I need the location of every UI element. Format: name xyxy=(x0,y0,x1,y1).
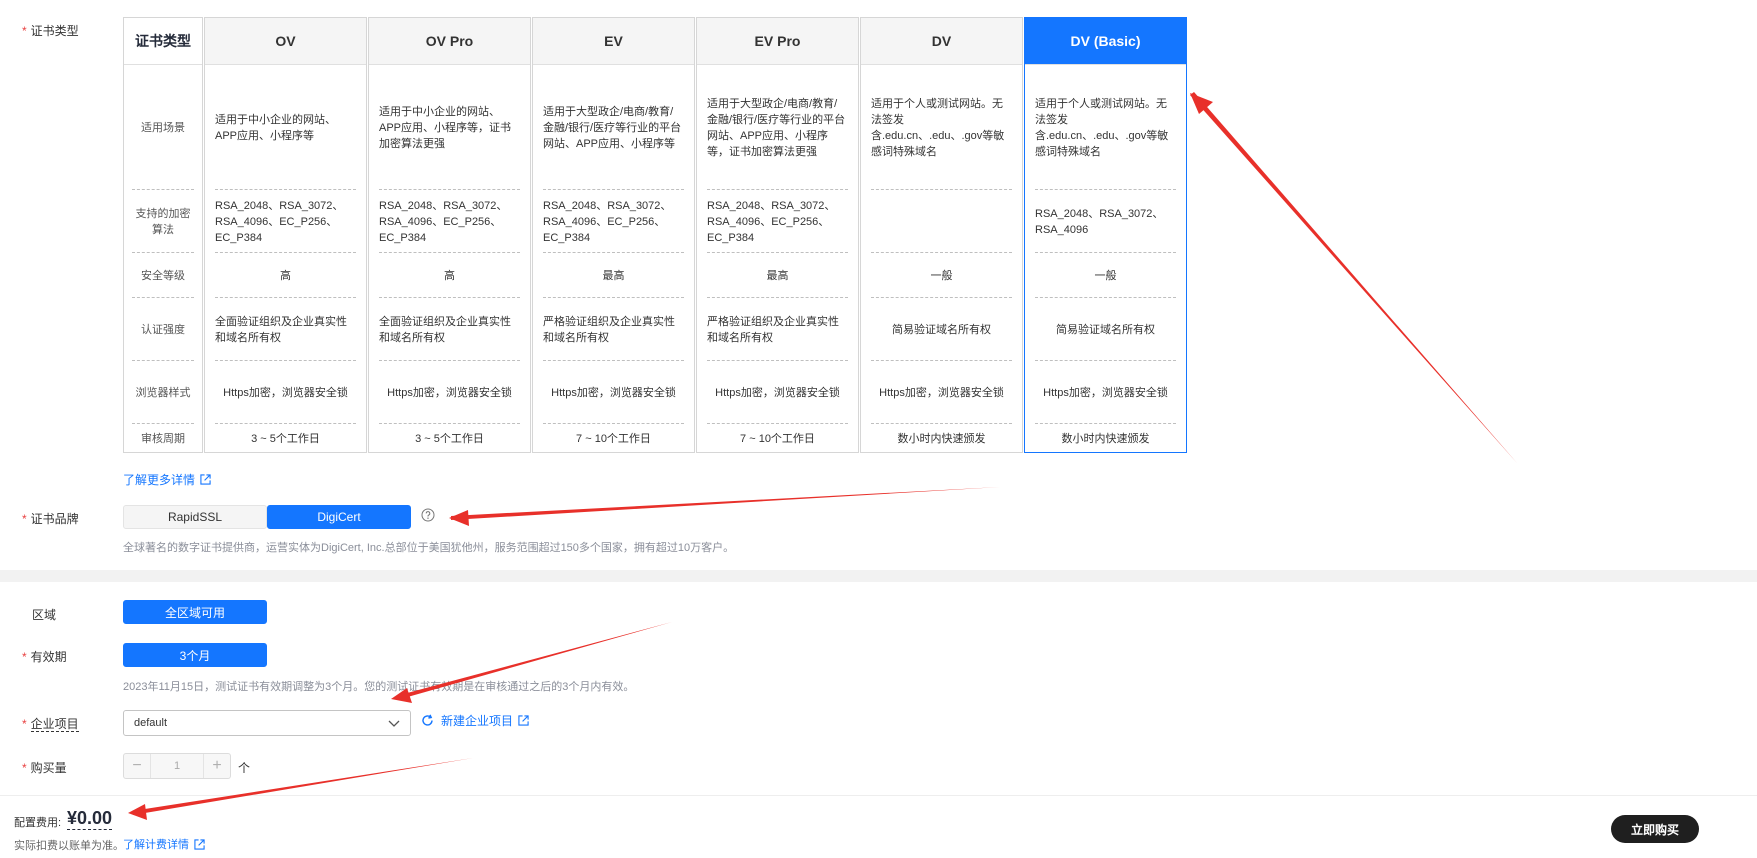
row-label-browser: 浏览器样式 xyxy=(132,362,194,424)
plan-algorithms: RSA_2048、RSA_3072、RSA_4096、EC_P256、EC_P3… xyxy=(707,191,848,253)
required-mark: * xyxy=(22,512,27,526)
quantity-stepper[interactable]: − 1 + xyxy=(123,753,231,779)
plan-name: OV Pro xyxy=(369,18,530,65)
project-select-value: default xyxy=(134,717,168,729)
plan-algorithms xyxy=(871,191,1012,253)
external-link-icon xyxy=(200,474,211,485)
plan-browser: Https加密，浏览器安全锁 xyxy=(1035,362,1176,424)
plan-validation: 严格验证组织及企业真实性和域名所有权 xyxy=(707,299,848,361)
plan-name: EV Pro xyxy=(697,18,858,65)
required-mark: * xyxy=(22,717,27,731)
plan-browser: Https加密，浏览器安全锁 xyxy=(707,362,848,424)
plan-review: 3 ~ 5个工作日 xyxy=(415,432,484,445)
plan-browser: Https加密，浏览器安全锁 xyxy=(871,362,1012,424)
required-mark: * xyxy=(22,650,27,664)
plan-name: EV xyxy=(533,18,694,65)
plan-review: 3 ~ 5个工作日 xyxy=(251,432,320,445)
brand-label: * 证书品牌 xyxy=(22,512,79,526)
row-label-security: 安全等级 xyxy=(132,254,194,298)
region-label: 区域 xyxy=(32,608,57,622)
plan-scenario: 适用于大型政企/电商/教育/金融/银行/医疗等行业的平台网站、APP应用、小程序… xyxy=(707,66,848,190)
plan-algorithms: RSA_2048、RSA_3072、RSA_4096、EC_P256、EC_P3… xyxy=(215,191,356,253)
plan-name: OV xyxy=(205,18,366,65)
plan-dv[interactable]: DV 适用于个人或测试网站。无法签发含.edu.cn、.edu、.gov等敏感词… xyxy=(860,17,1023,453)
plan-scenario: 适用于中小企业的网站、APP应用、小程序等，证书加密算法更强 xyxy=(379,66,520,190)
plan-name: DV (Basic) xyxy=(1025,18,1186,65)
required-mark: * xyxy=(22,761,27,775)
plan-ov[interactable]: OV 适用于中小企业的网站、APP应用、小程序等 RSA_2048、RSA_30… xyxy=(204,17,367,453)
plan-scenario: 适用于个人或测试网站。无法签发含.edu.cn、.edu、.gov等敏感词特殊域… xyxy=(871,66,1012,190)
plan-review: 数小时内快速颁发 xyxy=(897,432,986,445)
row-label-scenario: 适用场景 xyxy=(132,66,194,190)
plan-review: 数小时内快速颁发 xyxy=(1061,432,1150,445)
quantity-label: * 购买量 xyxy=(22,761,67,775)
row-label-validation: 认证强度 xyxy=(132,299,194,361)
brand-option-rapidssl[interactable]: RapidSSL xyxy=(123,505,267,529)
plan-ev[interactable]: EV 适用于大型政企/电商/教育/金融/银行/医疗等行业的平台网站、APP应用、… xyxy=(532,17,695,453)
plan-algorithms: RSA_2048、RSA_3072、RSA_4096、EC_P256、EC_P3… xyxy=(379,191,520,253)
plan-validation: 简易验证域名所有权 xyxy=(871,299,1012,361)
plan-name: DV xyxy=(861,18,1022,65)
region-option-all[interactable]: 全区域可用 xyxy=(123,600,267,624)
brand-option-digicert[interactable]: DigiCert xyxy=(267,505,411,529)
plan-security: 高 xyxy=(215,254,356,298)
buy-now-button[interactable]: 立即购买 xyxy=(1611,815,1699,843)
external-link-icon xyxy=(518,715,529,726)
validity-option-3-months[interactable]: 3个月 xyxy=(123,643,267,667)
plan-review: 7 ~ 10个工作日 xyxy=(740,432,815,445)
brand-selector: RapidSSL DigiCert xyxy=(123,505,411,529)
annotation-arrow-brand xyxy=(449,487,1000,526)
plan-scenario: 适用于大型政企/电商/教育/金融/银行/医疗等行业的平台网站、APP应用、小程序… xyxy=(543,66,684,190)
cert-type-label: * 证书类型 xyxy=(22,24,79,38)
quantity-value[interactable]: 1 xyxy=(150,754,204,778)
fee-label: 配置费用: xyxy=(14,817,62,829)
quantity-unit: 个 xyxy=(238,761,251,775)
decrement-button[interactable]: − xyxy=(124,754,150,778)
plan-security: 最高 xyxy=(543,254,684,298)
plan-validation: 严格验证组织及企业真实性和域名所有权 xyxy=(543,299,684,361)
cert-table-header-col: 证书类型 适用场景 支持的加密算法 安全等级 认证强度 浏览器样式 审核周期 xyxy=(123,17,203,453)
increment-button[interactable]: + xyxy=(204,754,230,778)
plan-dv-basic[interactable]: DV (Basic) 适用于个人或测试网站。无法签发含.edu.cn、.edu、… xyxy=(1024,17,1187,453)
plan-scenario: 适用于个人或测试网站。无法签发含.edu.cn、.edu、.gov等敏感词特殊域… xyxy=(1035,66,1176,190)
validity-label: * 有效期 xyxy=(22,650,67,664)
plan-review: 7 ~ 10个工作日 xyxy=(576,432,651,445)
config-price: ¥0.00 xyxy=(67,808,113,830)
plan-security: 最高 xyxy=(707,254,848,298)
plan-ov-pro[interactable]: OV Pro 适用于中小企业的网站、APP应用、小程序等，证书加密算法更强 RS… xyxy=(368,17,531,453)
plan-algorithms: RSA_2048、RSA_3072、RSA_4096、EC_P256、EC_P3… xyxy=(543,191,684,253)
learn-more-link[interactable]: 了解更多详情 xyxy=(123,471,211,488)
plan-validation: 全面验证组织及企业真实性和域名所有权 xyxy=(379,299,520,361)
plan-ev-pro[interactable]: EV Pro 适用于大型政企/电商/教育/金融/银行/医疗等行业的平台网站、AP… xyxy=(696,17,859,453)
row-label-algorithm: 支持的加密算法 xyxy=(132,191,194,253)
plan-security: 高 xyxy=(379,254,520,298)
order-footer xyxy=(0,795,1757,858)
annotation-arrow-plan xyxy=(1190,92,1517,463)
plan-browser: Https加密，浏览器安全锁 xyxy=(379,362,520,424)
plan-validation: 简易验证域名所有权 xyxy=(1035,299,1176,361)
billing-note: 实际扣费以账单为准。 xyxy=(14,840,124,852)
external-link-icon xyxy=(194,838,205,850)
required-mark: * xyxy=(22,24,27,38)
refresh-icon[interactable] xyxy=(421,714,434,727)
plan-security: 一般 xyxy=(1035,254,1176,298)
brand-description: 全球著名的数字证书提供商，运营实体为DigiCert, Inc.总部位于美国犹他… xyxy=(123,542,735,554)
new-project-link[interactable]: 新建企业项目 xyxy=(441,712,529,729)
plan-validation: 全面验证组织及企业真实性和域名所有权 xyxy=(215,299,356,361)
plan-algorithms: RSA_2048、RSA_3072、RSA_4096 xyxy=(1035,191,1176,253)
validity-note: 2023年11月15日，测试证书有效期调整为3个月。您的测试证书有效期是在审核通… xyxy=(123,681,635,693)
plan-scenario: 适用于中小企业的网站、APP应用、小程序等 xyxy=(215,66,356,190)
help-icon[interactable] xyxy=(421,508,435,522)
plan-security: 一般 xyxy=(871,254,1012,298)
cert-table-header: 证书类型 xyxy=(124,18,202,65)
section-divider xyxy=(0,570,1757,582)
chevron-down-icon xyxy=(388,720,400,727)
billing-details-link[interactable]: 了解计费详情 xyxy=(123,836,205,852)
project-label: * 企业项目 xyxy=(22,717,79,732)
project-select[interactable]: default xyxy=(123,710,411,736)
row-label-review: 审核周期 xyxy=(141,432,185,445)
plan-browser: Https加密，浏览器安全锁 xyxy=(215,362,356,424)
plan-browser: Https加密，浏览器安全锁 xyxy=(543,362,684,424)
